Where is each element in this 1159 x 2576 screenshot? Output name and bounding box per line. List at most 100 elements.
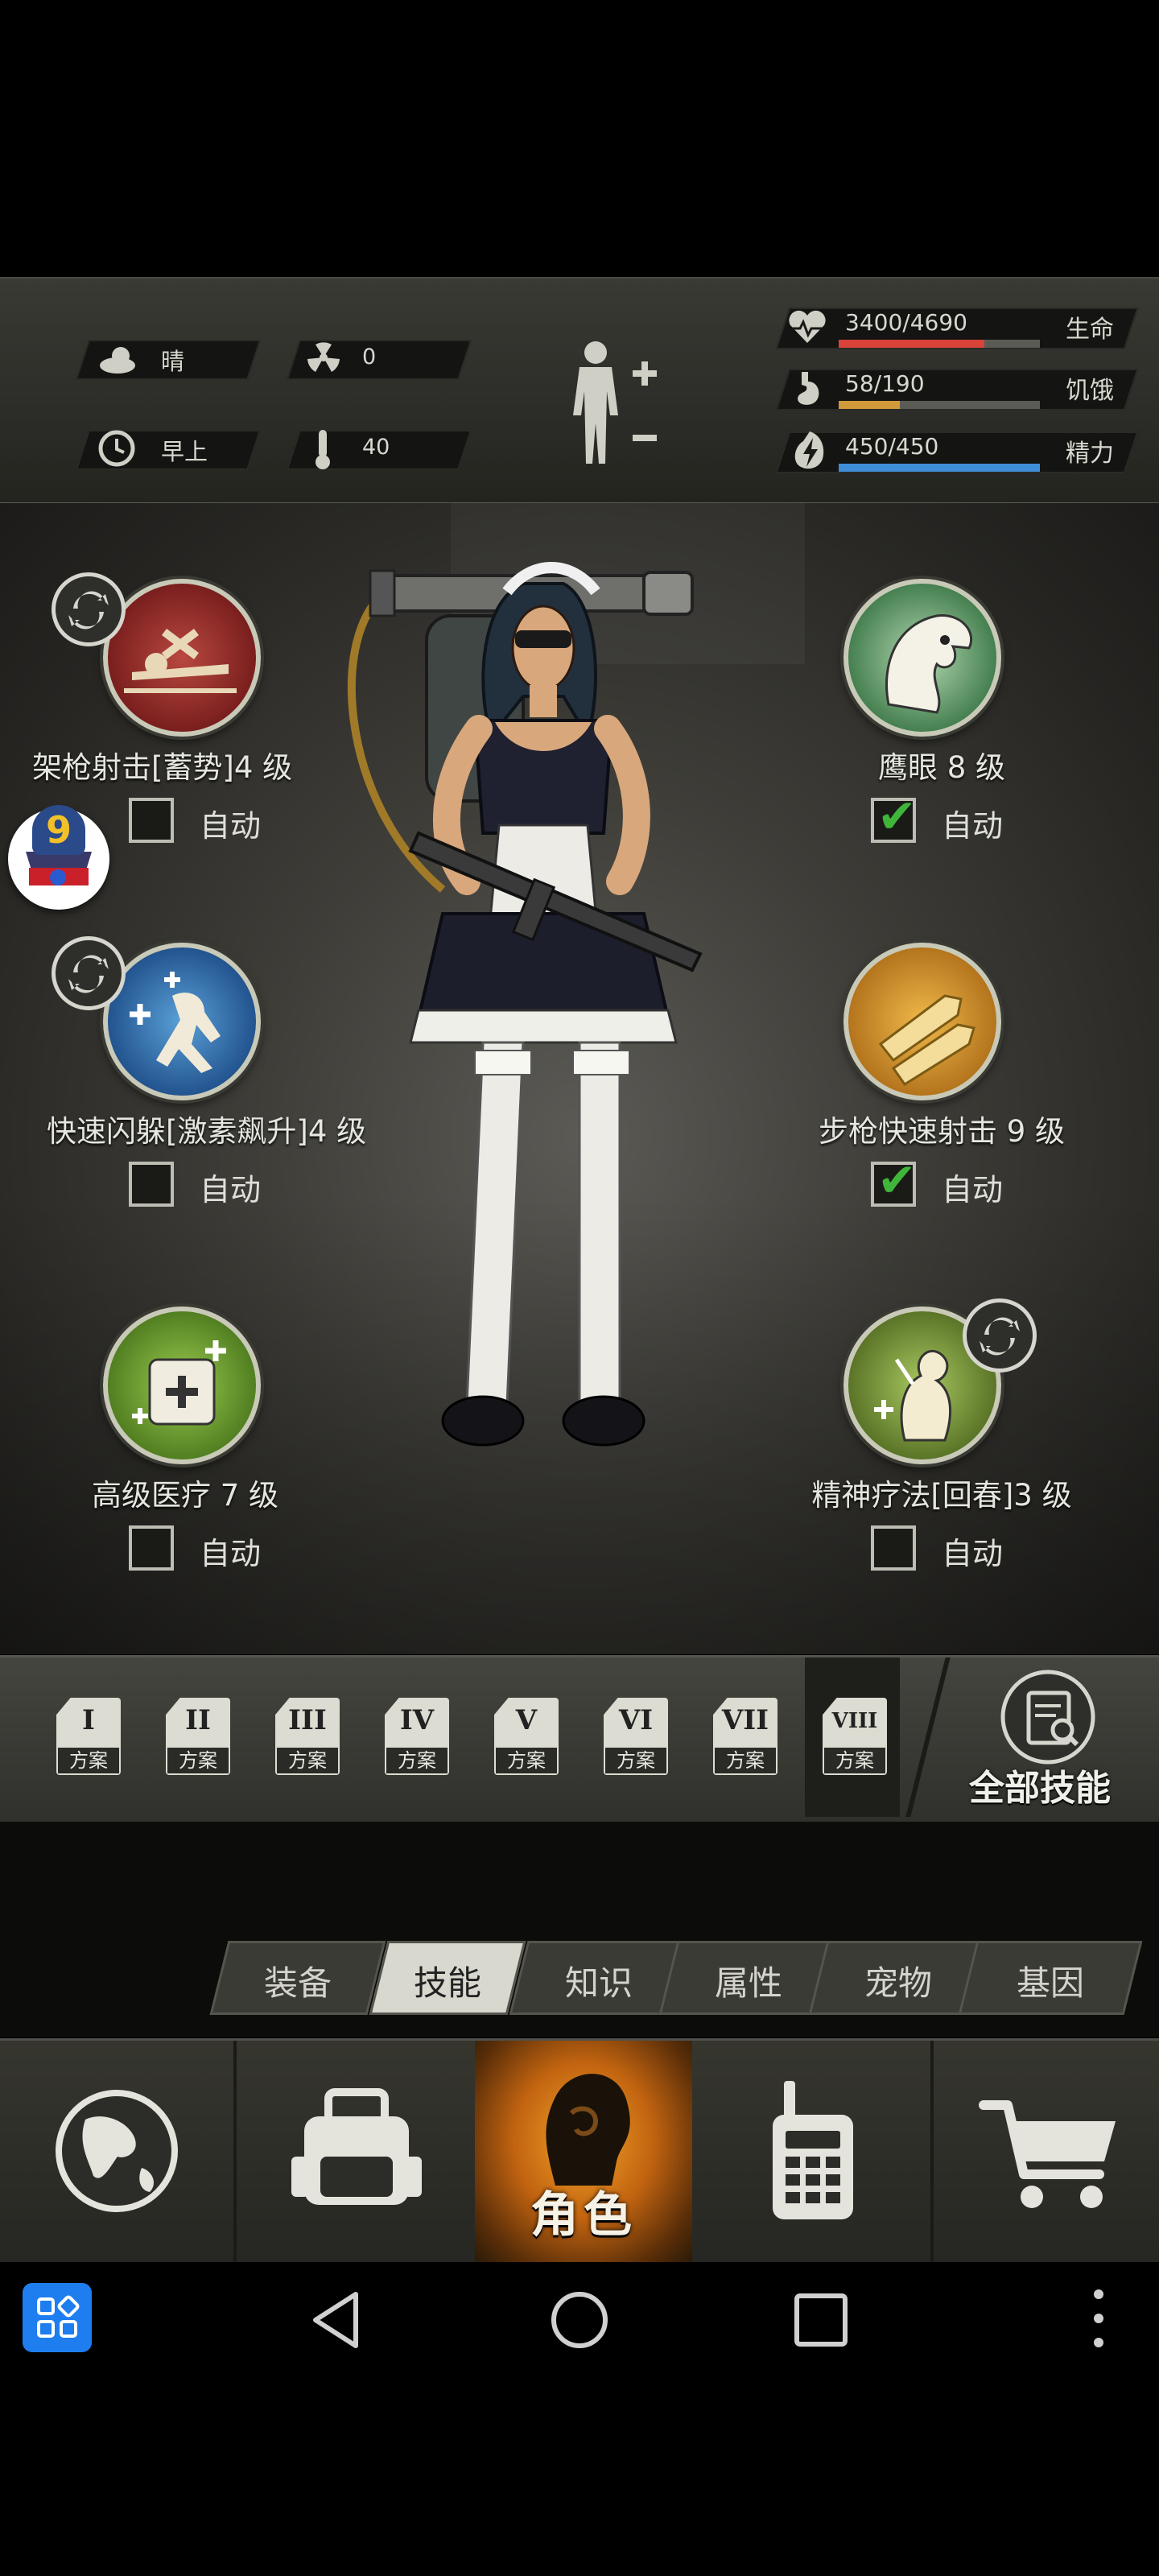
character-illustration — [347, 562, 703, 1447]
plan-button-2[interactable]: II 方案 — [161, 1698, 235, 1785]
body-status-icon[interactable] — [555, 335, 668, 472]
plan-6-label: 方案 — [605, 1748, 666, 1773]
home-icon[interactable] — [547, 2288, 612, 2352]
skill-3-swap-icon[interactable] — [52, 936, 126, 1010]
nav-character[interactable]: 角色 — [475, 2041, 692, 2262]
plan-divider — [905, 1657, 951, 1817]
skill-4-auto-label: 自动 — [942, 1172, 1004, 1208]
tab-pets-label: 宠物 — [864, 1963, 932, 2003]
back-icon[interactable] — [306, 2288, 370, 2352]
clock-icon — [98, 430, 135, 467]
hunger-label: 饥饿 — [1066, 377, 1114, 405]
shopping-cart-icon — [979, 2100, 1116, 2208]
plan-button-3[interactable]: III 方案 — [270, 1698, 344, 1785]
checkmark-icon: ✔ — [877, 789, 917, 844]
skill-5-auto-checkbox[interactable] — [129, 1525, 174, 1571]
skill-4-name: 步枪快速射击 9 级 — [818, 1114, 1066, 1149]
skill-1-name: 架枪射击[蓄势]4 级 — [32, 750, 293, 785]
floating-assistant-button[interactable]: 9 — [8, 805, 109, 910]
energy-bar — [839, 464, 1040, 472]
plan-7-label: 方案 — [715, 1748, 776, 1773]
plan-4-numeral: IV — [399, 1704, 435, 1736]
all-skills-doc-icon — [1000, 1670, 1095, 1765]
plan-2-label: 方案 — [167, 1748, 229, 1773]
status-panel: 晴 0 早上 40 3400/4690 生命 58/190 饥饿 450/450… — [0, 277, 1159, 505]
nav-character-label: 角色 — [530, 2187, 637, 2244]
plan-3-numeral: III — [288, 1704, 327, 1736]
time-of-day-text: 早上 — [161, 438, 208, 465]
skill-2-auto-checkbox[interactable]: ✔ — [871, 793, 917, 843]
plan-5-numeral: V — [515, 1704, 538, 1736]
tab-skills-label: 技能 — [413, 1963, 481, 2003]
skill-1-auto-label: 自动 — [200, 808, 262, 844]
skill-5-name: 高级医疗 7 级 — [91, 1478, 279, 1513]
plan-8-label: 方案 — [824, 1748, 885, 1773]
plan-button-5[interactable]: V 方案 — [489, 1698, 563, 1785]
plan-button-8[interactable]: VIII 方案 — [818, 1698, 892, 1785]
skill-6-auto-label: 自动 — [942, 1536, 1004, 1571]
sniper-prone-icon — [124, 629, 237, 693]
weather-sunny-icon — [100, 347, 135, 374]
skill-1-auto-checkbox[interactable] — [129, 798, 174, 843]
health-label: 生命 — [1066, 316, 1114, 344]
app-drawer-button[interactable] — [23, 2283, 92, 2352]
plan-6-numeral: VI — [618, 1704, 654, 1736]
apps-grid-icon — [37, 2295, 80, 2338]
plan-3-label: 方案 — [277, 1748, 338, 1773]
skill-1-icon[interactable] — [103, 579, 261, 737]
skill-3-auto-checkbox[interactable] — [129, 1162, 174, 1207]
plan-4-label: 方案 — [386, 1748, 448, 1773]
nav-shop[interactable] — [934, 2041, 1159, 2262]
plan-button-6[interactable]: VI 方案 — [599, 1698, 673, 1785]
skill-3-icon[interactable] — [103, 943, 261, 1100]
checkmark-icon: ✔ — [877, 1153, 917, 1208]
skill-plan-bar: I 方案 II 方案 III 方案 IV 方案 V 方案 VI 方案 VII 方案 VIII 方… — [0, 1655, 1159, 1824]
skill-2-name: 鹰眼 8 级 — [877, 750, 1006, 785]
plan-8-numeral: VIII — [831, 1709, 878, 1733]
plan-2-numeral: II — [185, 1704, 211, 1736]
character-head-icon — [546, 2074, 630, 2186]
more-options-icon[interactable] — [1087, 2285, 1111, 2352]
nav-inventory[interactable] — [237, 2041, 475, 2262]
radiation-icon — [307, 342, 340, 372]
skill-6-swap-icon[interactable] — [963, 1298, 1037, 1373]
hunger-bar — [839, 401, 1040, 409]
skill-1-swap-icon[interactable] — [52, 572, 126, 646]
skill-4-icon[interactable] — [843, 943, 1001, 1100]
radiation-value: 0 — [362, 345, 377, 369]
energy-bar-fill — [839, 464, 1040, 472]
tab-genes-label: 基因 — [1016, 1963, 1084, 2003]
skill-4-auto-checkbox[interactable]: ✔ — [871, 1157, 917, 1207]
energy-label: 精力 — [1066, 440, 1114, 468]
plan-button-1[interactable]: I 方案 — [52, 1698, 126, 1785]
health-bar — [839, 340, 1040, 348]
health-value: 3400/4690 — [845, 309, 967, 336]
assistant-badge-count: 9 — [45, 808, 72, 852]
weather-text: 晴 — [161, 348, 185, 375]
thermometer-icon — [316, 430, 330, 469]
health-bar-fill — [839, 340, 985, 348]
stomach-icon — [798, 372, 819, 405]
recents-icon[interactable] — [789, 2288, 853, 2352]
walkie-talkie-icon — [773, 2081, 853, 2219]
tab-knowledge-label: 知识 — [564, 1963, 633, 2003]
nav-radio[interactable] — [692, 2041, 930, 2262]
skill-6-name: 精神疗法[回春]3 级 — [811, 1478, 1072, 1513]
dodge-icon — [130, 972, 221, 1073]
all-skills-button[interactable]: 全部技能 — [958, 1669, 1143, 1810]
energy-icon — [794, 431, 824, 469]
plan-button-4[interactable]: IV 方案 — [380, 1698, 454, 1785]
skill-5-icon[interactable] — [103, 1307, 261, 1464]
all-skills-label: 全部技能 — [969, 1768, 1111, 1809]
temperature-value: 40 — [362, 435, 390, 460]
skill-5-auto-label: 自动 — [200, 1536, 262, 1571]
tab-attributes-label: 属性 — [714, 1963, 782, 2003]
tab-equipment-label: 装备 — [263, 1963, 332, 2003]
backpack-icon — [291, 2088, 422, 2205]
skill-6-auto-checkbox[interactable] — [871, 1525, 916, 1571]
plan-button-7[interactable]: VII 方案 — [708, 1698, 782, 1785]
skill-2-icon[interactable] — [843, 579, 1001, 737]
skill-3-auto-label: 自动 — [200, 1172, 262, 1208]
energy-value: 450/450 — [845, 433, 939, 460]
nav-world-map[interactable] — [0, 2041, 233, 2262]
